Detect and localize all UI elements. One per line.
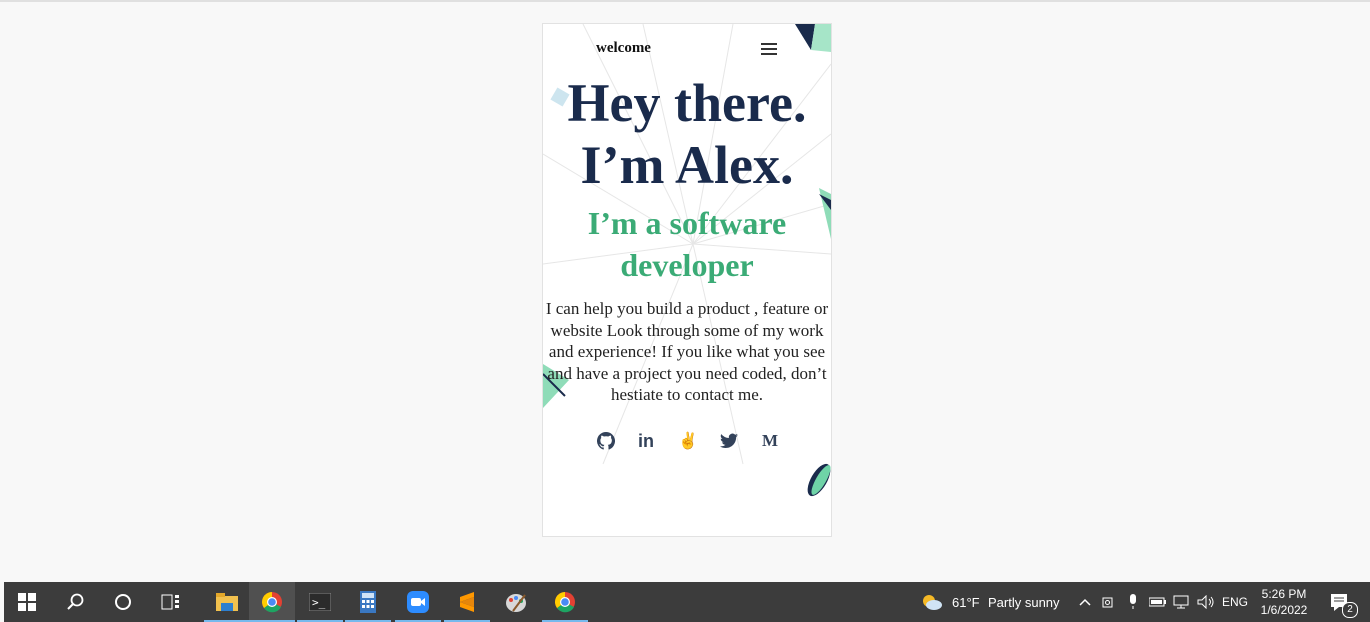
chrome-icon[interactable] bbox=[542, 582, 588, 622]
angellist-icon[interactable]: ✌ bbox=[677, 430, 699, 452]
weather-icon[interactable] bbox=[918, 582, 946, 622]
sublime-icon[interactable] bbox=[444, 582, 490, 622]
hero-section: Hey there. I’m Alex. I’m a software devel… bbox=[543, 72, 831, 286]
cortana-icon[interactable] bbox=[100, 582, 146, 622]
notifications-icon[interactable]: 2 bbox=[1324, 582, 1358, 622]
windows-taskbar: >_ 61°F Partly sunny ENG 5:26 PM 1/6/202… bbox=[4, 582, 1370, 622]
notification-count-badge: 2 bbox=[1342, 602, 1358, 618]
hero-heading-line2: I’m Alex. bbox=[580, 135, 794, 195]
system-clock[interactable]: 5:26 PM 1/6/2022 bbox=[1258, 586, 1310, 618]
navbar: welcome bbox=[543, 24, 831, 74]
bio-text: I can help you build a product , feature… bbox=[545, 299, 829, 404]
hamburger-menu-icon[interactable] bbox=[761, 43, 777, 57]
mobile-viewport: welcome Hey there. I’m Alex. I’m a softw… bbox=[542, 23, 832, 537]
clock-time: 5:26 PM bbox=[1261, 587, 1307, 601]
start-icon[interactable] bbox=[4, 582, 50, 622]
browser-top-edge bbox=[0, 0, 1370, 2]
twitter-icon[interactable] bbox=[718, 430, 740, 452]
network-icon[interactable] bbox=[1172, 582, 1192, 622]
chevron-up-icon[interactable] bbox=[1076, 582, 1094, 622]
hero-heading-line1: Hey there. bbox=[567, 73, 807, 133]
zoom-icon[interactable] bbox=[395, 582, 441, 622]
hero-subtitle: I’m a software developer bbox=[543, 202, 831, 286]
calculator-icon[interactable] bbox=[345, 582, 391, 622]
hero-subtitle-line2: developer bbox=[620, 247, 754, 283]
file-explorer-icon[interactable] bbox=[204, 582, 250, 622]
battery-icon[interactable] bbox=[1148, 582, 1168, 622]
language-indicator[interactable]: ENG bbox=[1222, 595, 1248, 609]
meet-now-icon[interactable] bbox=[1100, 582, 1118, 622]
social-links: in ✌ M bbox=[595, 430, 785, 454]
task-view-icon[interactable] bbox=[148, 582, 194, 622]
github-icon[interactable] bbox=[595, 430, 617, 452]
linkedin-icon[interactable]: in bbox=[635, 430, 657, 452]
brand-link[interactable]: welcome bbox=[596, 40, 651, 57]
clock-date: 1/6/2022 bbox=[1260, 603, 1308, 617]
search-icon[interactable] bbox=[52, 582, 98, 622]
medium-icon[interactable]: M bbox=[759, 430, 781, 452]
volume-icon[interactable] bbox=[1196, 582, 1216, 622]
microphone-icon[interactable] bbox=[1124, 582, 1142, 622]
hero-subtitle-line1: I’m a software bbox=[587, 205, 787, 241]
paint-icon[interactable] bbox=[493, 582, 539, 622]
chrome-icon[interactable] bbox=[249, 582, 295, 622]
terminal-icon[interactable]: >_ bbox=[297, 582, 343, 622]
weather-temperature[interactable]: 61°F bbox=[952, 595, 980, 610]
weather-condition[interactable]: Partly sunny bbox=[988, 595, 1060, 610]
svg-text:>_: >_ bbox=[312, 596, 326, 609]
